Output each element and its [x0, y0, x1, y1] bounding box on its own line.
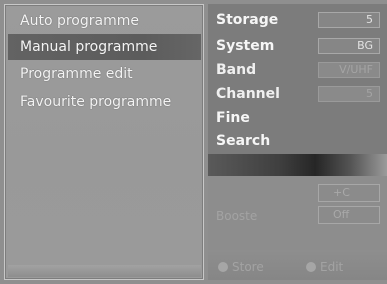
channel-label: Channel — [216, 86, 280, 102]
edit-label[interactable]: Edit — [320, 260, 343, 274]
menu-item-programme-edit[interactable]: Programme edit — [8, 61, 201, 87]
manual-programme-panel: Storage 5 System BG Band V/UHF Channel 5… — [208, 4, 387, 280]
menu-item-favourite-programme[interactable]: Favourite programme — [8, 89, 201, 115]
fine-label[interactable]: Fine — [216, 108, 250, 128]
band-label: Band — [216, 62, 257, 78]
menu-panel-footer — [8, 265, 201, 277]
booster-value-text: Off — [333, 208, 350, 221]
booster-label: Booste — [216, 209, 258, 223]
store-icon — [218, 262, 228, 272]
tv-menu-screen: Auto programme Manual programme Programm… — [0, 0, 387, 284]
menu-item-label: Programme edit — [20, 66, 133, 82]
channel-value[interactable]: 5 — [318, 86, 380, 102]
store-label[interactable]: Store — [232, 260, 264, 274]
main-menu-panel: Auto programme Manual programme Programm… — [4, 4, 204, 280]
booster-value[interactable]: Off — [318, 206, 380, 224]
storage-value[interactable]: 5 — [318, 12, 380, 28]
menu-item-manual-programme[interactable]: Manual programme — [8, 34, 201, 60]
menu-item-label: Auto programme — [20, 13, 139, 29]
separator-band — [208, 154, 387, 176]
search-label[interactable]: Search — [216, 131, 270, 151]
band-value[interactable]: V/UHF — [318, 62, 380, 78]
system-value[interactable]: BG — [318, 38, 380, 54]
system-label: System — [216, 38, 275, 54]
menu-item-label: Manual programme — [20, 39, 158, 55]
menu-item-label: Favourite programme — [20, 94, 172, 110]
add-channel-label: +C — [333, 186, 350, 199]
storage-label: Storage — [216, 12, 279, 28]
edit-icon — [306, 262, 316, 272]
add-channel-button[interactable]: +C — [318, 184, 380, 202]
menu-item-auto-programme[interactable]: Auto programme — [8, 8, 201, 34]
